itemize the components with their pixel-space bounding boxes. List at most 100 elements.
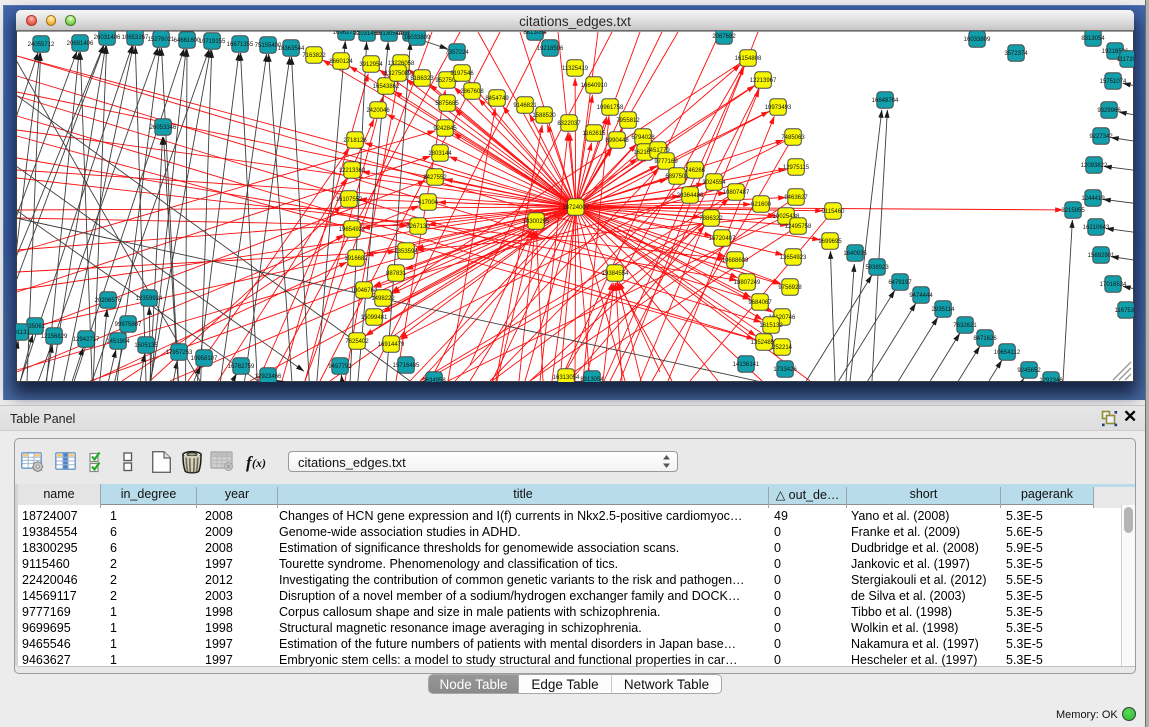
svg-text:64661600: 64661600	[174, 38, 201, 44]
svg-text:1244419: 1244419	[1081, 196, 1105, 202]
svg-text:2935114: 2935114	[932, 307, 956, 313]
svg-text:5875685: 5875685	[435, 101, 459, 107]
svg-text:7357224: 7357224	[445, 50, 469, 56]
svg-text:887831: 887831	[386, 271, 407, 277]
svg-text:16210643: 16210643	[1083, 225, 1110, 231]
svg-text:10958107: 10958107	[191, 356, 218, 362]
svg-text:10654112: 10654112	[994, 350, 1021, 356]
svg-text:13654923: 13654923	[780, 255, 807, 261]
svg-text:16107552: 16107552	[336, 197, 363, 203]
svg-text:16782759: 16782759	[228, 364, 255, 370]
svg-text:19654922: 19654922	[339, 227, 366, 233]
svg-text:12213967: 12213967	[750, 78, 777, 84]
svg-text:16154808: 16154808	[735, 56, 762, 62]
svg-text:20364486: 20364486	[677, 193, 704, 199]
svg-text:14136141: 14136141	[733, 362, 760, 368]
svg-text:3912954: 3912954	[359, 62, 383, 68]
svg-text:9146821: 9146821	[513, 103, 537, 109]
svg-text:1353594: 1353594	[394, 249, 418, 255]
svg-text:8990448: 8990448	[605, 138, 629, 144]
svg-text:8322037: 8322037	[557, 121, 581, 127]
svg-text:746266: 746266	[685, 168, 706, 174]
svg-text:7886322: 7886322	[699, 216, 723, 222]
svg-text:3572374: 3572374	[1004, 51, 1028, 57]
svg-text:9699695: 9699695	[818, 239, 842, 245]
svg-text:9329966: 9329966	[1097, 108, 1121, 114]
svg-text:1505135: 1505135	[134, 343, 158, 349]
svg-text:3215955: 3215955	[1061, 208, 1085, 214]
svg-text:3267130: 3267130	[406, 224, 430, 230]
svg-text:10961758: 10961758	[597, 105, 624, 111]
svg-text:12975115: 12975115	[783, 165, 810, 171]
svg-text:621600: 621600	[751, 202, 772, 208]
svg-text:10807487: 10807487	[723, 190, 750, 196]
svg-text:26031406: 26031406	[94, 35, 121, 41]
svg-text:1640935: 1640935	[843, 251, 867, 257]
svg-text:16033809: 16033809	[404, 35, 431, 41]
svg-text:8313054: 8313054	[1081, 36, 1105, 42]
svg-text:7955812: 7955812	[616, 118, 640, 124]
svg-text:9684067: 9684067	[748, 300, 772, 306]
svg-text:18363544: 18363544	[278, 46, 305, 52]
svg-text:1162615: 1162615	[583, 131, 607, 137]
svg-text:8427552: 8427552	[423, 175, 447, 181]
svg-text:12495758: 12495758	[785, 224, 812, 230]
svg-text:9474444: 9474444	[909, 293, 933, 299]
svg-text:6479197: 6479197	[888, 280, 912, 286]
svg-text:9777169: 9777169	[654, 159, 678, 165]
svg-text:2803144: 2803144	[428, 151, 452, 157]
svg-text:9242845: 9242845	[433, 126, 457, 132]
svg-text:252214: 252214	[772, 345, 793, 351]
svg-text:9245652: 9245652	[1017, 368, 1041, 374]
svg-text:8471626: 8471626	[973, 336, 997, 342]
svg-text:16914479: 16914479	[378, 342, 405, 348]
svg-text:16313054: 16313054	[553, 375, 580, 381]
svg-text:10719155: 10719155	[199, 39, 226, 45]
svg-text:15099481: 15099481	[361, 315, 388, 321]
svg-text:12359924: 12359924	[136, 296, 163, 302]
svg-text:7632621: 7632621	[953, 323, 977, 329]
svg-text:1733426: 1733426	[773, 367, 797, 373]
svg-text:1615132: 1615132	[759, 323, 783, 329]
svg-text:26053346: 26053346	[150, 125, 177, 131]
svg-text:12093822: 12093822	[1081, 163, 1108, 169]
svg-text:1117205: 1117205	[1117, 57, 1134, 63]
svg-text:9115460: 9115460	[822, 209, 846, 215]
svg-text:2087682: 2087682	[712, 34, 736, 40]
svg-text:7163822: 7163822	[302, 53, 326, 59]
svg-text:9634958: 9634958	[422, 378, 446, 382]
svg-text:13275089: 13275089	[385, 71, 412, 77]
svg-text:1167533: 1167533	[1115, 308, 1134, 314]
svg-text:12213369: 12213369	[339, 168, 366, 174]
svg-text:9227342: 9227342	[1089, 134, 1113, 140]
svg-text:1292346: 1292346	[1039, 378, 1063, 382]
svg-text:18807249: 18807249	[734, 280, 761, 286]
svg-text:15720407: 15720407	[709, 236, 736, 242]
svg-text:15276021: 15276021	[148, 37, 175, 43]
svg-text:16671355: 16671355	[227, 42, 254, 48]
svg-text:10688609: 10688609	[722, 258, 749, 264]
svg-text:3024554: 3024554	[702, 180, 726, 186]
svg-text:20206576: 20206576	[95, 298, 122, 304]
svg-text:8454749: 8454749	[485, 96, 509, 102]
svg-text:5938923: 5938923	[865, 265, 889, 271]
svg-text:1498222: 1498222	[371, 296, 395, 302]
svg-text:417004: 417004	[418, 200, 439, 206]
svg-text:1451904: 1451904	[106, 339, 130, 345]
svg-text:9756928: 9756928	[778, 285, 802, 291]
svg-text:10653267: 10653267	[122, 35, 149, 41]
svg-text:7485063: 7485063	[781, 135, 805, 141]
svg-text:20691406: 20691406	[67, 41, 94, 47]
svg-text:(x): (x)	[252, 456, 266, 470]
svg-text:2718126: 2718126	[343, 138, 367, 144]
svg-text:2420046: 2420046	[366, 108, 390, 114]
svg-text:6897508: 6897508	[665, 174, 689, 180]
svg-text:391131: 391131	[16, 330, 30, 336]
svg-text:16648784: 16648784	[872, 98, 899, 104]
svg-text:16543862: 16543862	[373, 84, 400, 90]
svg-text:17957253: 17957253	[166, 350, 193, 356]
svg-text:24055712: 24055712	[28, 42, 55, 48]
svg-text:18724007: 18724007	[562, 205, 589, 211]
svg-text:99975867: 99975867	[115, 322, 142, 328]
svg-text:11325419: 11325419	[562, 66, 589, 72]
